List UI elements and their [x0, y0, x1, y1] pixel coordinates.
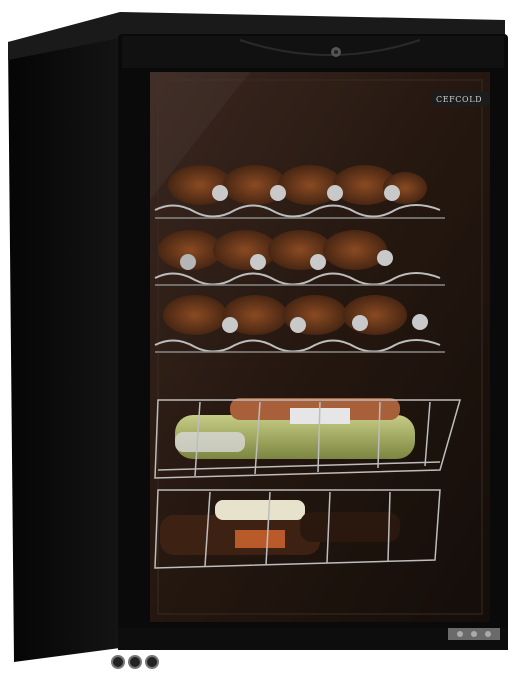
hinge-screw-1	[457, 631, 463, 637]
wine-cooler-photo: CEFCOLD	[8, 12, 508, 669]
lower-rack-bottles	[163, 295, 428, 335]
lock-keyhole	[334, 50, 338, 54]
feet	[111, 655, 159, 669]
control-strip	[122, 36, 504, 68]
hinge-screw-2	[471, 631, 477, 637]
brand-label: CEFCOLD	[436, 95, 482, 104]
hinge-screw-3	[485, 631, 491, 637]
cabinet-side-panel	[8, 18, 120, 662]
